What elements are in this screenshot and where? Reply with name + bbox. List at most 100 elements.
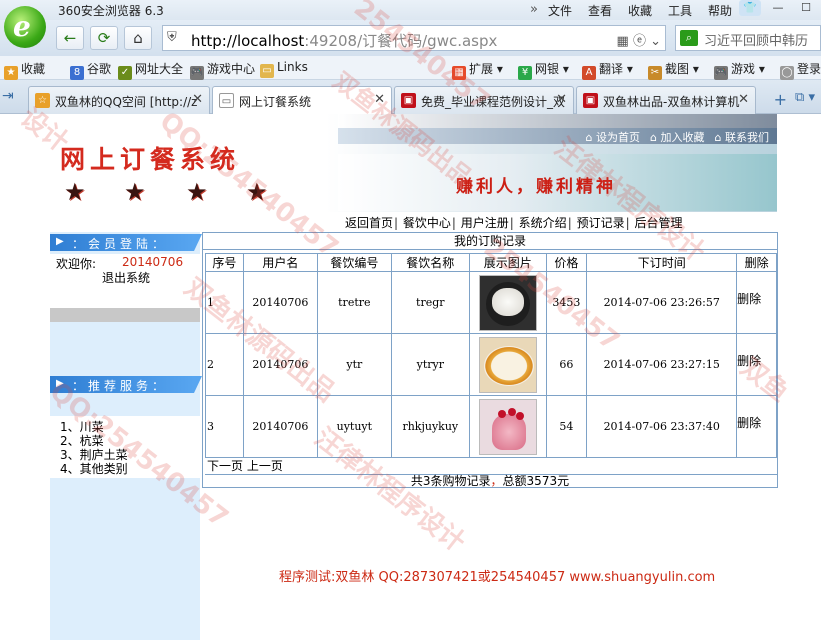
table-row: 2 20140706 ytr ytryr 66 2014-07-06 23:27… <box>205 333 777 396</box>
tab-order-system[interactable]: ▭ 网上订餐系统 ✕ <box>212 86 392 114</box>
tab-qq-space[interactable]: ☆ 双鱼林的QQ空间 [http://z ✕ <box>28 86 210 114</box>
page-content: ⌂ 设为首页 ⌂ 加入收藏 ⌂ 联系我们 网上订餐系统 ★ ★ ★ ★ 赚利人，… <box>0 114 821 640</box>
site-favicon-icon: ▣ <box>401 93 416 108</box>
column-header: 展示图片 <box>469 253 547 272</box>
search-icon[interactable]: ⌕ <box>680 30 698 46</box>
site-favicon-icon: ▣ <box>583 93 598 108</box>
maximize-icon[interactable]: ☐ <box>795 0 817 16</box>
star-icon: ★ <box>64 178 86 206</box>
shirt-icon[interactable]: 👕 <box>739 0 761 16</box>
home-icon[interactable]: ⌂ <box>124 26 152 50</box>
nav-dining-center[interactable]: 餐饮中心 <box>403 216 451 230</box>
column-header: 序号 <box>205 253 244 272</box>
ext-translate[interactable]: A 翻译 ▾ <box>582 60 633 80</box>
menu-tools[interactable]: 工具 <box>668 2 692 19</box>
column-header: 价格 <box>545 253 588 272</box>
site-banner: ⌂ 设为首页 ⌂ 加入收藏 ⌂ 联系我们 网上订餐系统 ★ ★ ★ ★ 赚利人，… <box>50 114 777 212</box>
next-page-link[interactable]: 下一页 <box>207 459 243 473</box>
stars-decoration: ★ ★ ★ ★ <box>64 178 294 206</box>
pager: 下一页 上一页 <box>205 457 777 475</box>
table-header-row: 序号 用户名 餐饮编号 餐饮名称 展示图片 价格 下订时间 删除 <box>205 253 777 272</box>
new-tab-icon[interactable]: + <box>774 90 787 109</box>
sidebar-divider <box>50 308 200 322</box>
total-amount: 总额3573元 <box>502 474 570 488</box>
security-shield-icon[interactable]: ⛨ <box>167 30 177 45</box>
tab-free-course[interactable]: ▣ 免费_毕业课程范例设计_双 ✕ <box>394 86 574 114</box>
banner-linkbar: ⌂ 设为首页 ⌂ 加入收藏 ⌂ 联系我们 <box>338 128 777 144</box>
sidebar: ▶ ：会员登陆： 欢迎你: 20140706 退出系统 ▶ ：推荐服务： 1、川… <box>50 232 202 640</box>
menu-file[interactable]: 文件 <box>548 2 572 19</box>
table-row: 3 20140706 uytuyt rhkjuykuy 54 2014-07-0… <box>205 395 777 458</box>
ext-screenshot[interactable]: ✂ 截图 ▾ <box>648 60 699 80</box>
tab-shuangyulin[interactable]: ▣ 双鱼林出品-双鱼林计算机 ✕ <box>576 86 756 114</box>
close-tab-icon[interactable]: ✕ <box>192 92 203 107</box>
table-row: 1 20140706 tretre tregr 3453 2014-07-06 … <box>205 271 777 334</box>
delete-link[interactable]: 删除 <box>736 395 777 458</box>
play-arrow-icon: ▶ <box>56 236 64 247</box>
ext-login[interactable]: ◯ 登录 <box>780 60 821 80</box>
column-header: 用户名 <box>242 253 319 272</box>
main-nav: 返回首页| 餐饮中心| 用户注册| 系统介绍| 预订记录| 后台管理 <box>345 216 683 230</box>
recommend-header: ▶ ：推荐服务： <box>50 376 202 393</box>
prev-page-link[interactable]: 上一页 <box>247 459 283 473</box>
ext-games[interactable]: 🎮 游戏 ▾ <box>714 60 765 80</box>
nav-order-records[interactable]: 预订记录 <box>577 216 625 230</box>
food-image <box>478 274 537 331</box>
slogan-text: 赚利人，赚利精神 <box>456 177 616 197</box>
favorites-button[interactable]: ★ 收藏 <box>4 60 45 80</box>
nav-admin[interactable]: 后台管理 <box>634 216 682 230</box>
welcome-username: 20140706 <box>122 255 184 269</box>
menu-help[interactable]: 帮助 <box>708 2 732 19</box>
tab-bar: ⇥ ☆ 双鱼林的QQ空间 [http://z ✕ ▭ 网上订餐系统 ✕ ▣ 免费… <box>0 80 821 114</box>
star-icon: ★ <box>124 178 146 206</box>
close-tab-icon[interactable]: ✕ <box>738 92 749 107</box>
column-header: 餐饮编号 <box>317 253 392 272</box>
back-icon[interactable]: ← <box>56 26 84 50</box>
address-tools-icon[interactable]: ▦ ⓔ ⌄ <box>617 30 661 49</box>
recommend-item[interactable]: 4、其他类别 <box>60 460 128 477</box>
double-chevron-icon[interactable]: » <box>530 2 538 19</box>
nav-about[interactable]: 系统介绍 <box>519 216 567 230</box>
order-table: 序号 用户名 餐饮编号 餐饮名称 展示图片 价格 下订时间 删除 1 20140… <box>205 253 777 458</box>
delete-link[interactable]: 删除 <box>736 333 777 396</box>
refresh-icon[interactable]: ⟳ <box>90 26 118 50</box>
favorites-bar: ★ 收藏 8 谷歌 ✓ 网址大全 🎮 游戏中心 ▭ Links ▦ 扩展 ▾ ¥ 网银 ▾ A… <box>0 56 821 80</box>
browser-logo-icon: e <box>4 6 46 48</box>
fav-google[interactable]: 8 谷歌 <box>70 60 111 80</box>
page-icon: ▭ <box>219 93 234 108</box>
window-controls: 👕 — ☐ <box>739 0 817 16</box>
menu-favorites[interactable]: 收藏 <box>628 2 652 19</box>
column-header: 下订时间 <box>586 253 738 272</box>
logout-link[interactable]: 退出系统 <box>102 269 150 286</box>
add-favorite-link[interactable]: ⌂ 加入收藏 <box>650 129 704 145</box>
food-image <box>478 336 537 393</box>
browser-menubar: » 文件 查看 收藏 工具 帮助 <box>530 2 748 19</box>
browser-title: 360安全浏览器 6.3 <box>58 4 164 18</box>
contact-us-link[interactable]: ⌂ 联系我们 <box>715 129 769 145</box>
menu-view[interactable]: 查看 <box>588 2 612 19</box>
sidebar-toggle-icon[interactable]: ⇥ <box>2 88 14 104</box>
close-tab-icon[interactable]: ✕ <box>374 92 385 107</box>
fav-url-directory[interactable]: ✓ 网址大全 <box>118 60 183 80</box>
address-input[interactable]: ⛨ http://localhost:49208/订餐代码/gwc.aspx ▦… <box>162 25 666 51</box>
minimize-icon[interactable]: — <box>767 0 789 16</box>
star-icon: ★ <box>186 178 208 206</box>
delete-link[interactable]: 删除 <box>736 271 777 334</box>
tab-menu-icon[interactable]: ⧉ ▾ <box>795 90 815 105</box>
search-input[interactable]: 习近平回顾中韩历 <box>704 30 808 49</box>
column-header: 删除 <box>736 253 777 272</box>
fav-game-center[interactable]: 🎮 游戏中心 <box>190 60 255 80</box>
set-homepage-link[interactable]: ⌂ 设为首页 <box>586 129 640 145</box>
nav-home[interactable]: 返回首页 <box>345 216 393 230</box>
nav-register[interactable]: 用户注册 <box>461 216 509 230</box>
address-bar-row: ← ⟳ ⌂ ⛨ http://localhost:49208/订餐代码/gwc.… <box>0 20 821 56</box>
close-tab-icon[interactable]: ✕ <box>556 92 567 107</box>
order-total: 共3条购物记录，总额3573元 <box>410 474 570 488</box>
ext-netbank[interactable]: ¥ 网银 ▾ <box>518 60 569 80</box>
column-header: 餐饮名称 <box>390 253 471 272</box>
footer-text: 程序测试:双鱼林 QQ:287307421或254540457 www.shua… <box>279 570 716 585</box>
fav-links[interactable]: ▭ Links <box>260 60 308 78</box>
ext-extensions[interactable]: ▦ 扩展 ▾ <box>452 60 503 80</box>
member-login-header: ▶ ：会员登陆： <box>50 234 202 251</box>
search-box[interactable]: ⌕ 习近平回顾中韩历 <box>675 25 821 51</box>
